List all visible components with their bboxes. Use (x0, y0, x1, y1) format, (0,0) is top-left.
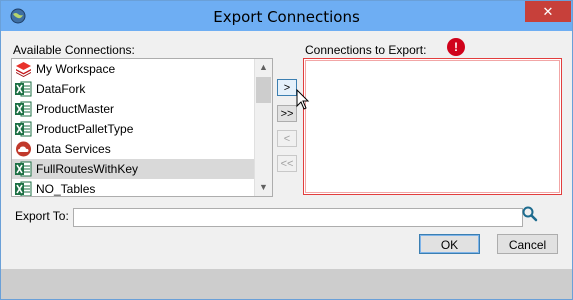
ok-button[interactable]: OK (419, 234, 480, 254)
window-title: Export Connections (213, 8, 360, 26)
list-item[interactable]: FullRoutesWithKey (12, 159, 254, 179)
connections-to-export-label: Connections to Export: (305, 43, 427, 57)
excel-icon (15, 181, 32, 196)
cancel-button[interactable]: Cancel (497, 234, 558, 254)
error-icon: ! (447, 38, 465, 56)
connections-to-export-list[interactable] (303, 58, 562, 195)
export-to-input[interactable] (73, 208, 523, 227)
excel-icon (15, 81, 32, 97)
excel-icon (15, 121, 32, 137)
list-item[interactable]: Data Services (12, 139, 254, 159)
dialog-content: Available Connections: Connections to Ex… (1, 31, 572, 269)
mouse-pointer-icon (296, 89, 310, 110)
export-to-label: Export To: (15, 209, 69, 223)
add-selected-button[interactable]: > (277, 79, 297, 96)
title-bar: Export Connections ✕ (1, 1, 572, 31)
list-item[interactable]: DataFork (12, 79, 254, 99)
list-item-label: FullRoutesWithKey (36, 162, 139, 176)
list-item[interactable]: ProductMaster (12, 99, 254, 119)
search-icon[interactable] (521, 205, 539, 223)
list-item[interactable]: NO_Tables (12, 179, 254, 196)
layers-icon (16, 62, 31, 77)
list-item-label: ProductMaster (36, 102, 115, 116)
excel-icon (15, 161, 32, 177)
cloud-icon (16, 141, 31, 157)
scroll-thumb[interactable] (256, 77, 271, 103)
available-connections-list[interactable]: My Workspace DataFork ProductMaster Product… (11, 58, 273, 197)
list-item[interactable]: My Workspace (12, 59, 254, 79)
status-bar (1, 269, 572, 299)
list-item-label: NO_Tables (36, 182, 96, 196)
export-connections-dialog: Export Connections ✕ Available Connectio… (0, 0, 573, 300)
available-connections-label: Available Connections: (13, 43, 135, 57)
list-item-label: My Workspace (36, 62, 116, 76)
add-all-button[interactable]: >> (277, 105, 297, 122)
target-list-inner-border (305, 60, 560, 193)
excel-icon (15, 101, 32, 117)
list-item[interactable]: ProductPalletType (12, 119, 254, 139)
list-scrollbar[interactable]: ▲ ▼ (254, 59, 272, 196)
remove-all-button[interactable]: << (277, 155, 297, 172)
list-item-label: Data Services (36, 142, 111, 156)
scroll-up-icon[interactable]: ▲ (255, 59, 272, 76)
close-button[interactable]: ✕ (525, 1, 571, 22)
remove-selected-button[interactable]: < (277, 130, 297, 147)
scroll-down-icon[interactable]: ▼ (255, 179, 272, 196)
list-item-label: DataFork (36, 82, 86, 96)
list-item-label: ProductPalletType (36, 122, 134, 136)
